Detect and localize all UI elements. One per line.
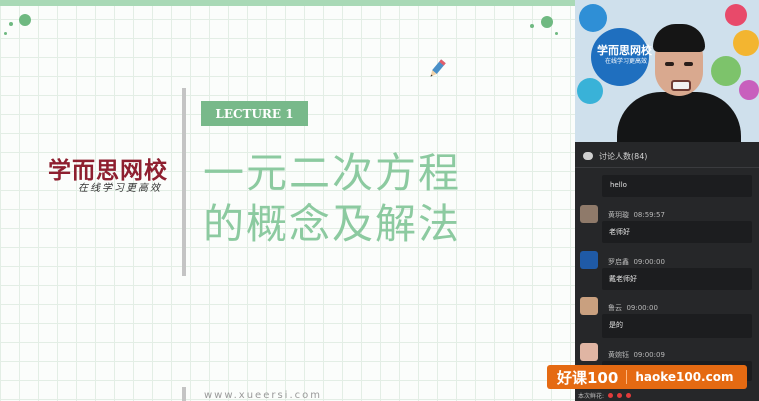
chat-bubble-icon <box>583 152 593 160</box>
chat-message: 是的 <box>602 314 752 338</box>
chat-message-text: 老师好 <box>609 228 630 236</box>
decor-dot <box>555 32 558 35</box>
chat-message: 戴老师好 <box>602 268 752 290</box>
flower-icon[interactable] <box>608 393 614 398</box>
side-panel: 学而思网校 在线学习更高效 讨论人数(84) hello 黄玥璇 08:59:5… <box>575 0 759 401</box>
lecture-slide: 学而思网校 在线学习更高效 LECTURE 1 一元二次方程 的概念及解法 ww… <box>0 0 575 401</box>
user-avatar[interactable] <box>580 297 598 315</box>
decor-bubble <box>733 30 759 56</box>
lecture-badge: LECTURE 1 <box>201 101 308 126</box>
flower-label: 本次鲜花: <box>578 393 605 400</box>
chat-username: 黄玥璇 <box>608 211 629 219</box>
decor-dot <box>19 14 31 26</box>
teacher-video[interactable]: 学而思网校 在线学习更高效 <box>575 0 759 142</box>
user-avatar[interactable] <box>580 205 598 223</box>
chat-time: 09:00:00 <box>626 304 658 312</box>
chat-message: 老师好 <box>602 221 752 243</box>
decor-bubble <box>739 80 759 100</box>
divider-line <box>182 88 186 276</box>
chat-meta: 黄玥璇 08:59:57 <box>608 210 665 220</box>
chat-meta: 鲁云 09:00:00 <box>608 303 658 313</box>
chat-message-text: 是的 <box>609 321 623 329</box>
watermark-right: haoke100.com <box>626 370 733 384</box>
decor-bubble <box>579 4 607 32</box>
chat-time: 09:00:00 <box>633 258 665 266</box>
teacher-body <box>617 92 741 142</box>
slide-top-bar <box>0 0 575 6</box>
decor-bubble <box>711 56 741 86</box>
decor-bubble <box>725 4 747 26</box>
chat-username: 罗启鑫 <box>608 258 629 266</box>
title-line-2: 的概念及解法 <box>203 200 461 248</box>
chat-participant-count: 讨论人数(84) <box>599 151 648 161</box>
flower-icon[interactable] <box>617 393 623 398</box>
brand-slogan: 在线学习更高效 <box>78 183 162 194</box>
decor-dot <box>541 16 553 28</box>
lecture-title: 一元二次方程 的概念及解法 <box>203 148 461 250</box>
site-watermark: 好课100 haoke100.com <box>547 365 747 389</box>
chat-username: 黄婉钰 <box>608 351 629 359</box>
decor-dot <box>530 24 534 28</box>
flower-bar: 本次鲜花: <box>575 390 759 401</box>
chat-message-text: hello <box>610 181 627 189</box>
chat-message-text: 戴老师好 <box>609 275 637 283</box>
user-avatar[interactable] <box>580 343 598 361</box>
chat-meta: 罗启鑫 09:00:00 <box>608 257 665 267</box>
decor-dot <box>4 32 7 35</box>
website-url: www.xueersi.com <box>204 390 322 401</box>
chat-time: 09:00:09 <box>633 351 665 359</box>
chat-message: hello <box>602 175 752 197</box>
chat-meta: 黄婉钰 09:00:09 <box>608 350 665 360</box>
chat-header: 讨论人数(84) <box>575 145 759 168</box>
teacher-eye <box>665 62 674 66</box>
divider-line <box>182 387 186 401</box>
flower-icon[interactable] <box>626 393 632 398</box>
title-line-1: 一元二次方程 <box>203 149 461 197</box>
user-avatar[interactable] <box>580 251 598 269</box>
teacher-mouth <box>671 80 691 91</box>
watermark-left: 好课100 <box>557 368 619 387</box>
teacher-hair <box>653 24 705 52</box>
video-brand-slogan: 在线学习更高效 <box>605 58 648 65</box>
chat-username: 鲁云 <box>608 304 622 312</box>
decor-bubble <box>577 78 603 104</box>
teacher-eye <box>684 62 693 66</box>
pencil-icon <box>430 59 446 77</box>
chat-time: 08:59:57 <box>633 211 665 219</box>
decor-dot <box>9 22 13 26</box>
